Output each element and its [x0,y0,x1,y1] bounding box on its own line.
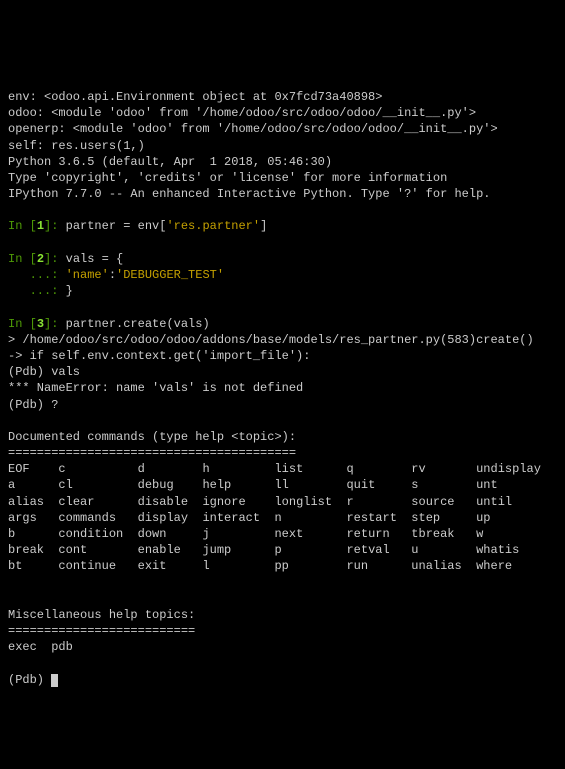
help-cmd: n [274,510,346,526]
help-cmd: until [476,494,541,510]
help-cmd: bt [8,558,58,574]
help-cmd: p [274,542,346,558]
code: : [109,268,116,282]
misc-sep: ========================== [8,624,195,638]
trace-line: > /home/odoo/src/odoo/odoo/addons/base/m… [8,333,534,347]
help-cmd: h [202,461,274,477]
help-row: EOF c d h list q rv undisplay [8,461,541,477]
terminal-output: env: <odoo.api.Environment object at 0x7… [8,73,557,688]
help-cmd: c [58,461,137,477]
help-cmd: cl [58,477,137,493]
help-cmd: l [202,558,274,574]
line: self: res.users(1,) [8,139,145,153]
help-cmd: cont [58,542,137,558]
in-prompt: In [1]: [8,219,66,233]
line: Type 'copyright', 'credits' or 'license'… [8,171,447,185]
help-cmd: source [411,494,476,510]
code: partner.create(vals) [66,317,210,331]
in-prompt: In [2]: [8,252,66,266]
help-row: args commands display interact n restart… [8,510,541,526]
help-sep: ======================================== [8,446,296,460]
help-cmd: longlist [274,494,346,510]
help-cmd: down [138,526,203,542]
help-cmd: jump [202,542,274,558]
help-cmd: break [8,542,58,558]
help-cmd: b [8,526,58,542]
help-cmd: unalias [411,558,476,574]
help-cmd: quit [346,477,411,493]
help-cmd: exit [138,558,203,574]
line: IPython 7.7.0 -- An enhanced Interactive… [8,187,490,201]
code: } [66,284,73,298]
trace-line: -> if self.env.context.get('import_file'… [8,349,310,363]
help-cmd: alias [8,494,58,510]
help-cmd: display [138,510,203,526]
help-cmd: whatis [476,542,541,558]
line: env: <odoo.api.Environment object at 0x7… [8,90,382,104]
help-cmd: retval [346,542,411,558]
help-cmd: w [476,526,541,542]
help-cmd: pp [274,558,346,574]
cont-prompt: ...: [8,268,66,282]
help-cmd: next [274,526,346,542]
line: odoo: <module 'odoo' from '/home/odoo/sr… [8,106,476,120]
in-prompt: In [3]: [8,317,66,331]
help-cmd: ignore [202,494,274,510]
help-cmd: up [476,510,541,526]
string-literal: 'name' [66,268,109,282]
code: partner = env[ [66,219,167,233]
help-row: a cl debug help ll quit s unt [8,477,541,493]
help-cmd: disable [138,494,203,510]
help-cmd: help [202,477,274,493]
cursor-icon [51,674,58,687]
string-literal: 'DEBUGGER_TEST' [116,268,224,282]
help-cmd: s [411,477,476,493]
help-cmd: return [346,526,411,542]
help-cmd: commands [58,510,137,526]
help-row: break cont enable jump p retval u whatis [8,542,541,558]
help-cmd: q [346,461,411,477]
help-cmd: r [346,494,411,510]
help-cmd: list [274,461,346,477]
pdb-line: (Pdb) vals [8,365,80,379]
help-cmd: args [8,510,58,526]
help-cmd: d [138,461,203,477]
help-cmd: ll [274,477,346,493]
help-cmd: interact [202,510,274,526]
cont-prompt: ...: [8,284,66,298]
code: vals = { [66,252,124,266]
help-cmd: tbreak [411,526,476,542]
help-cmd: a [8,477,58,493]
help-cmd: rv [411,461,476,477]
help-cmd: EOF [8,461,58,477]
help-title: Documented commands (type help <topic>): [8,430,296,444]
help-cmd: clear [58,494,137,510]
help-cmd: condition [58,526,137,542]
help-cmd: restart [346,510,411,526]
error-line: *** NameError: name 'vals' is not define… [8,381,303,395]
help-row: bt continue exit l pp run unalias where [8,558,541,574]
pdb-line: (Pdb) ? [8,398,58,412]
help-cmd: run [346,558,411,574]
help-row: b condition down j next return tbreak w [8,526,541,542]
help-cmd: j [202,526,274,542]
help-row: alias clear disable ignore longlist r so… [8,494,541,510]
misc-row: exec pdb [8,640,73,654]
code: ] [260,219,267,233]
help-cmd: continue [58,558,137,574]
help-cmd: debug [138,477,203,493]
help-cmd: step [411,510,476,526]
help-cmd: unt [476,477,541,493]
help-cmd: undisplay [476,461,541,477]
help-table: EOF c d h list q rv undisplaya cl debug … [8,461,541,574]
help-cmd: enable [138,542,203,558]
misc-title: Miscellaneous help topics: [8,608,195,622]
line: openerp: <module 'odoo' from '/home/odoo… [8,122,498,136]
help-cmd: where [476,558,541,574]
help-cmd: u [411,542,476,558]
line: Python 3.6.5 (default, Apr 1 2018, 05:46… [8,155,332,169]
pdb-prompt[interactable]: (Pdb) [8,673,51,687]
string-literal: 'res.partner' [166,219,260,233]
